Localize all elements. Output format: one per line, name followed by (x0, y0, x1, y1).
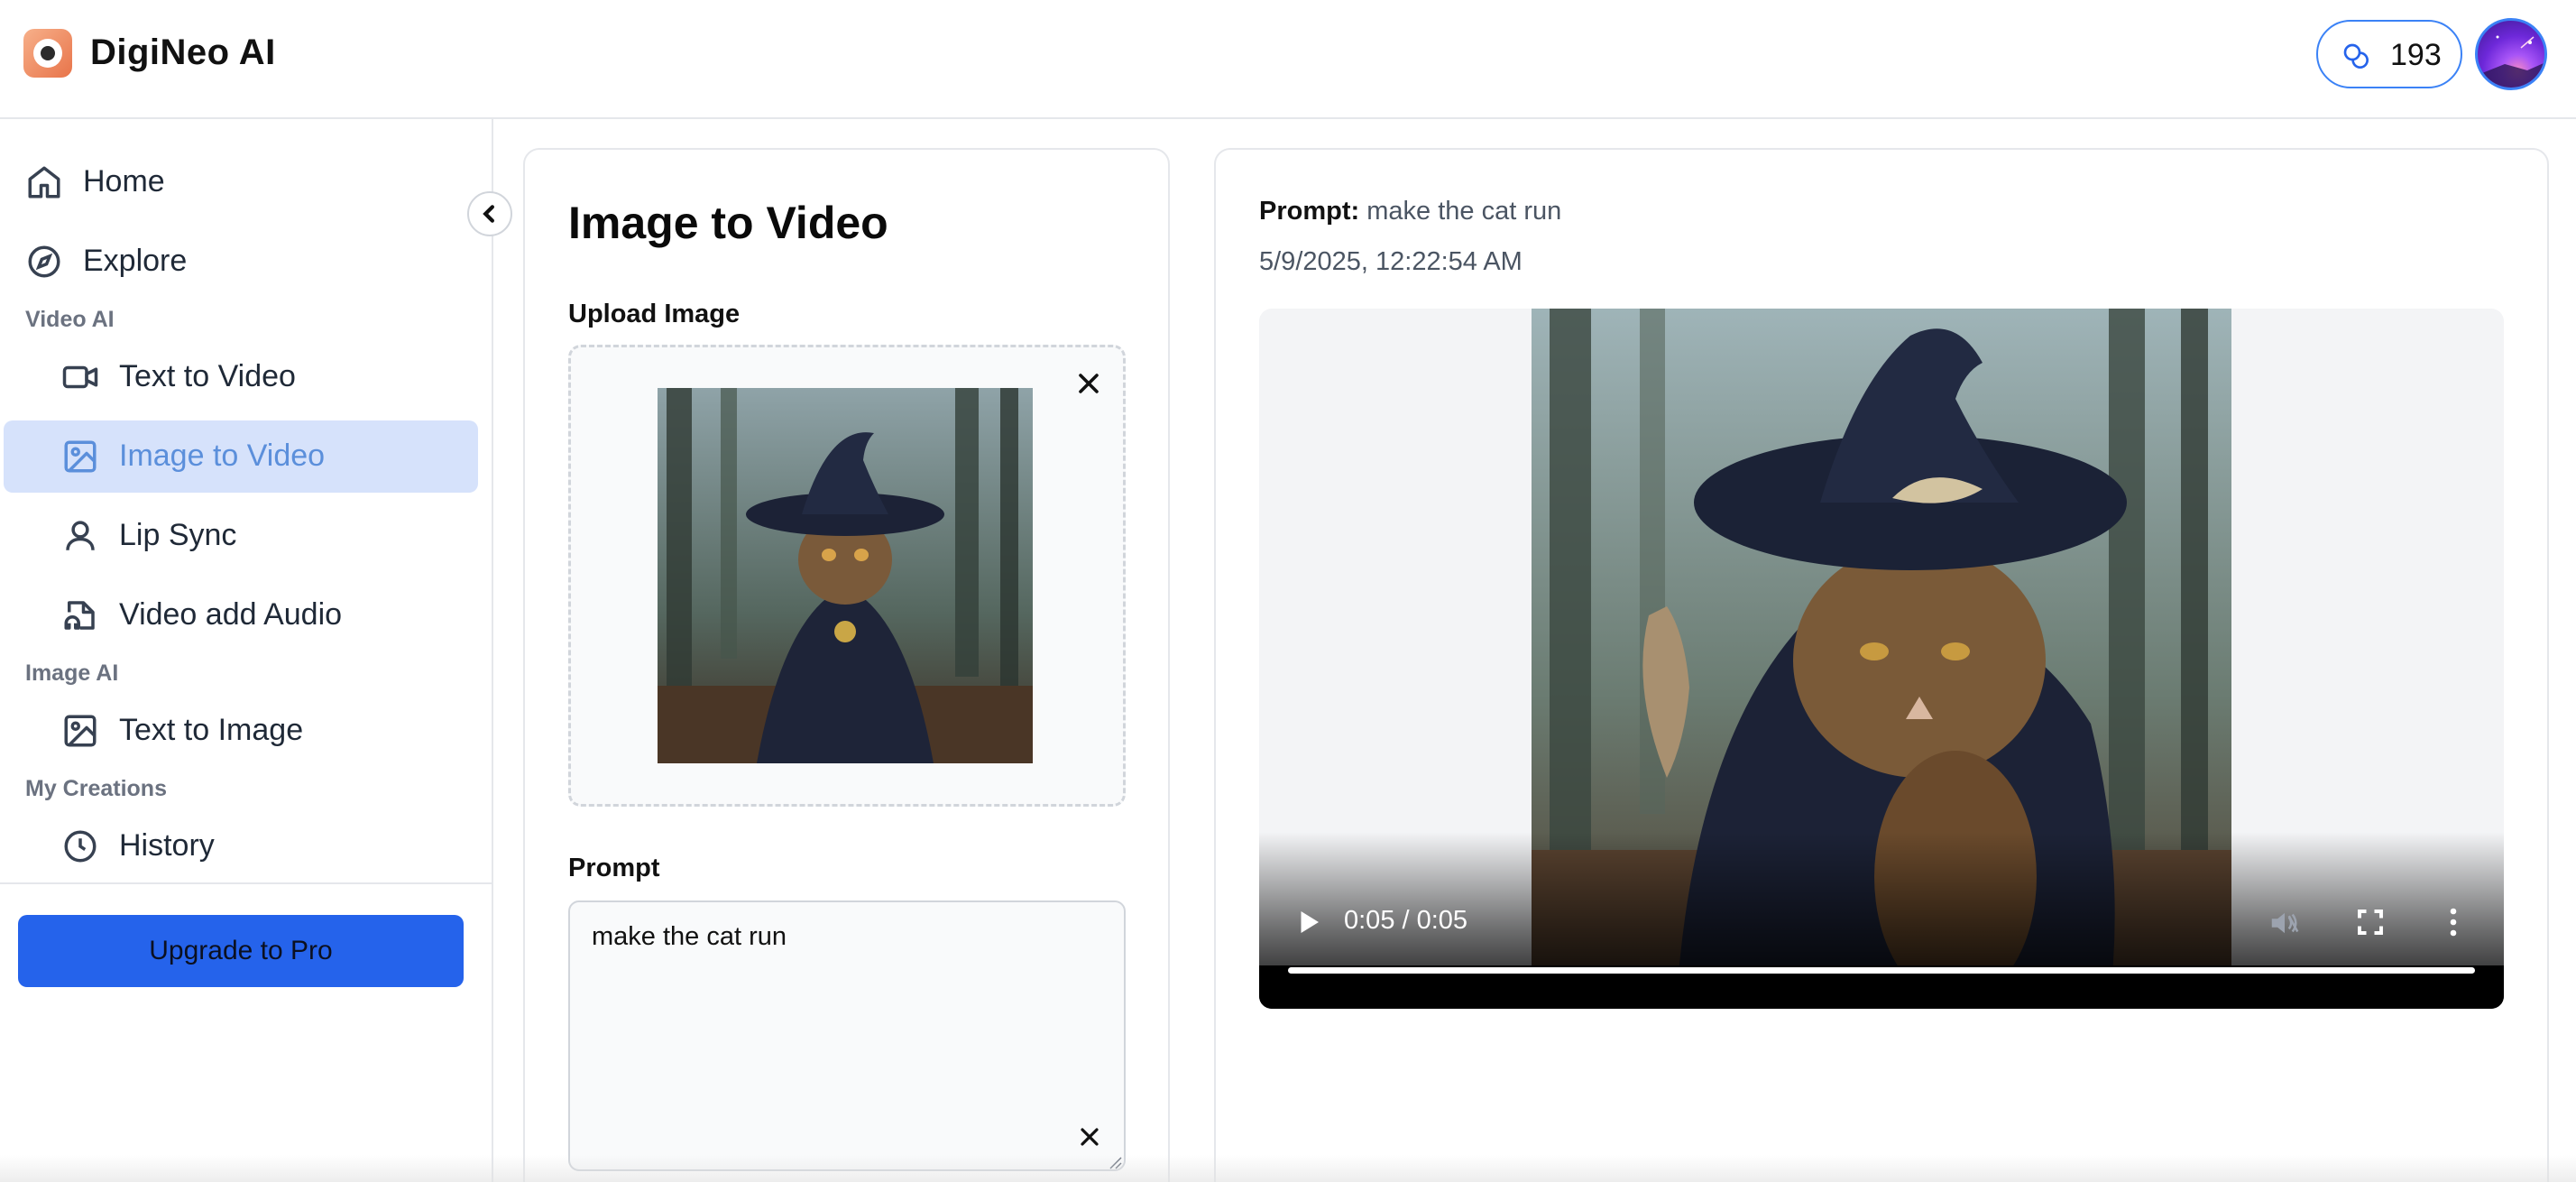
wizard-cat-thumbnail (658, 388, 1033, 763)
sidebar-item-text-to-image[interactable]: Text to Image (4, 695, 478, 767)
coins-icon (2343, 43, 2369, 69)
sidebar-item-lip-sync[interactable]: Lip Sync (4, 500, 478, 572)
video-progress-bar[interactable] (1288, 967, 2475, 974)
sidebar-item-image-to-video[interactable]: Image to Video (4, 420, 478, 493)
credits-count: 193 (2390, 38, 2442, 72)
home-icon (28, 166, 60, 199)
sidebar-item-label: Lip Sync (119, 518, 237, 552)
uploaded-image-preview (658, 388, 1033, 763)
prompt-textarea[interactable]: make the cat run (568, 900, 1126, 1171)
sidebar-item-home[interactable]: Home (4, 146, 478, 218)
sidebar-item-label: Text to Video (119, 359, 296, 393)
sidebar-item-label: Text to Image (119, 713, 304, 747)
video-camera-icon (62, 365, 98, 389)
play-icon[interactable] (1292, 906, 1324, 938)
sidebar-divider (0, 882, 492, 884)
prompt-label: Prompt (568, 854, 660, 882)
sidebar-item-label: Explore (83, 244, 188, 278)
top-header: DigiNeo AI 193 (0, 0, 2576, 119)
section-label-video-ai: Video AI (25, 307, 115, 332)
prompt-input-value: make the cat run (592, 922, 787, 951)
volume-muted-icon[interactable] (2268, 906, 2302, 940)
avatar[interactable] (2475, 18, 2547, 90)
result-timestamp: 5/9/2025, 12:22:54 AM (1259, 247, 1523, 276)
avatar-image (2478, 35, 2544, 88)
resize-handle-icon[interactable] (1108, 1155, 1122, 1169)
sidebar-item-explore[interactable]: Explore (4, 226, 478, 298)
video-player[interactable]: 0:05 / 0:05 (1259, 309, 2504, 1009)
camera-logo-icon[interactable] (23, 29, 72, 78)
close-icon[interactable] (1072, 367, 1105, 400)
audio-file-icon (64, 601, 95, 630)
sidebar-item-text-to-video[interactable]: Text to Video (4, 341, 478, 413)
sidebar-item-video-add-audio[interactable]: Video add Audio (4, 579, 478, 651)
brand-name[interactable]: DigiNeo AI (90, 32, 276, 73)
generation-form-panel: Image to Video Upload Image Prompt make … (523, 148, 1170, 1182)
result-prompt: Prompt: make the cat run (1259, 197, 1561, 226)
user-icon (66, 521, 95, 550)
section-label-my-creations: My Creations (25, 776, 167, 801)
more-options-icon[interactable] (2443, 906, 2464, 938)
sidebar-item-label: Video add Audio (119, 597, 343, 632)
chevron-left-icon (483, 205, 494, 223)
clear-prompt-icon[interactable] (1075, 1122, 1104, 1151)
image-icon (64, 440, 97, 473)
sidebar-item-label: Home (83, 164, 165, 199)
upgrade-button[interactable]: Upgrade to Pro (18, 915, 464, 987)
image-icon (64, 715, 97, 747)
sidebar-item-history[interactable]: History (4, 810, 478, 882)
sidebar-item-label: History (119, 828, 215, 863)
video-time-display: 0:05 / 0:05 (1344, 906, 1468, 935)
logo-pupil (41, 46, 55, 60)
result-panel: Prompt: make the cat run 5/9/2025, 12:22… (1214, 148, 2549, 1182)
fullscreen-icon[interactable] (2354, 906, 2387, 938)
result-prompt-key: Prompt: (1259, 197, 1360, 226)
sidebar-item-label: Image to Video (119, 439, 326, 473)
compass-icon (28, 245, 60, 278)
sidebar: Home Explore Video AI Text to Video Imag… (0, 119, 493, 1182)
result-prompt-value: make the cat run (1366, 197, 1562, 226)
upload-image-label: Upload Image (568, 300, 741, 328)
credits-button[interactable]: 193 (2316, 20, 2462, 88)
clock-icon (64, 830, 97, 863)
page-title: Image to Video (568, 198, 888, 248)
section-label-image-ai: Image AI (25, 660, 119, 686)
collapse-sidebar-button[interactable] (467, 191, 512, 236)
upload-dropzone[interactable] (568, 345, 1126, 807)
